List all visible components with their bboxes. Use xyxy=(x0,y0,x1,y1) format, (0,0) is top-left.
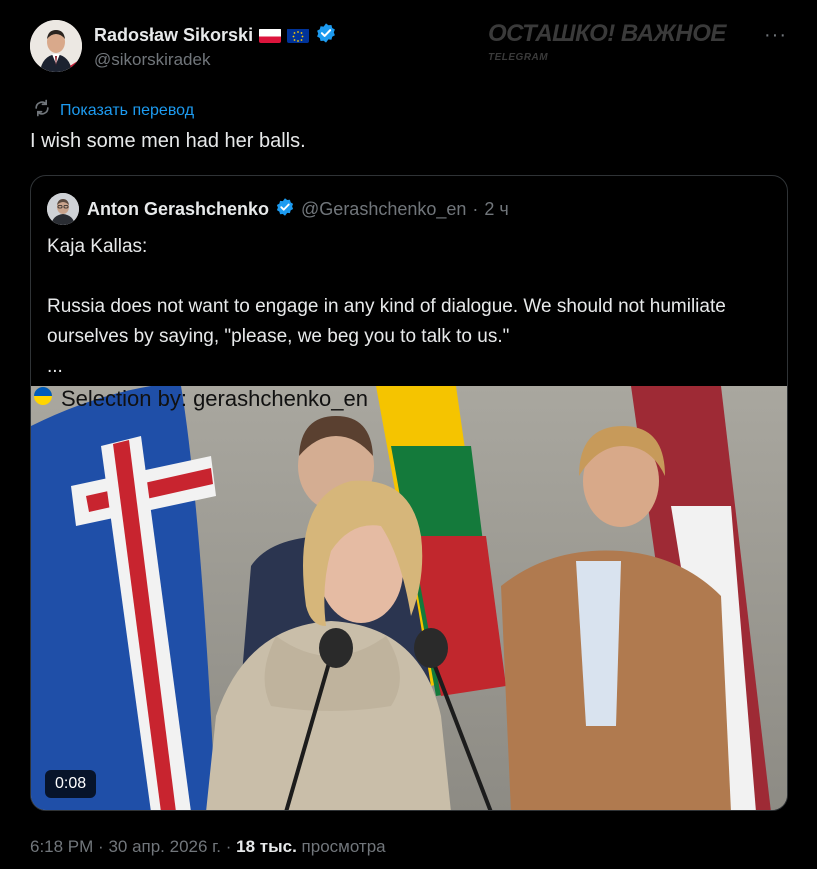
watermark-subtitle: TELEGRAM xyxy=(488,52,549,63)
watermark-title: ОСТАШКО! ВАЖНОЕ xyxy=(488,20,726,47)
quote-timestamp[interactable]: 2 ч xyxy=(484,199,508,220)
views-label: просмотра xyxy=(301,837,386,856)
quote-header: Anton Gerashchenko @Gerashchenko_en · 2 … xyxy=(87,197,509,222)
quote-separator: · xyxy=(472,199,479,219)
tweet-time[interactable]: 6:18 PM xyxy=(30,837,93,856)
quote-author-handle[interactable]: @Gerashchenko_en xyxy=(301,199,466,220)
eu-flag-icon xyxy=(287,28,310,43)
media-overlay-text: Selection by: gerashchenko_en xyxy=(61,386,368,411)
ukraine-flag-icon xyxy=(33,386,53,412)
quote-video[interactable]: Selection by: gerashchenko_en 0:08 xyxy=(31,386,787,810)
author-handle[interactable]: @sikorskiradek xyxy=(94,50,210,70)
tweet-date[interactable]: 30 апр. 2026 г. xyxy=(108,837,221,856)
quote-author-avatar[interactable] xyxy=(47,193,79,225)
author-name[interactable]: Radosław Sikorski xyxy=(94,25,253,46)
tweet-footer: 6:18 PM · 30 апр. 2026 г. · 18 тыс. прос… xyxy=(30,837,386,856)
video-duration-badge: 0:08 xyxy=(45,770,97,798)
quote-author-name[interactable]: Anton Gerashchenko xyxy=(87,199,269,220)
author-name-row[interactable]: Radosław Sikorski xyxy=(94,22,337,49)
verified-badge-icon[interactable] xyxy=(315,22,337,49)
quote-author-avatar-image xyxy=(47,193,79,225)
poland-flag-icon xyxy=(259,28,282,43)
tweet-text: I wish some men had her balls. xyxy=(30,130,306,152)
quote-verified-badge-icon[interactable] xyxy=(275,197,295,222)
media-overlay-caption: Selection by: gerashchenko_en xyxy=(33,386,368,412)
more-options-button[interactable]: ··· xyxy=(764,24,787,47)
video-thumbnail xyxy=(31,386,787,810)
author-avatar[interactable] xyxy=(30,20,82,72)
show-translation-label[interactable]: Показать перевод xyxy=(60,102,194,120)
show-translation-link[interactable]: Показать перевод xyxy=(32,98,194,123)
author-avatar-image xyxy=(30,20,82,72)
translate-icon xyxy=(32,98,52,123)
views-count: 18 тыс. xyxy=(236,837,297,856)
quote-text: Kaja Kallas: Russia does not want to eng… xyxy=(47,236,726,377)
quoted-tweet[interactable]: Anton Gerashchenko @Gerashchenko_en · 2 … xyxy=(30,175,788,811)
